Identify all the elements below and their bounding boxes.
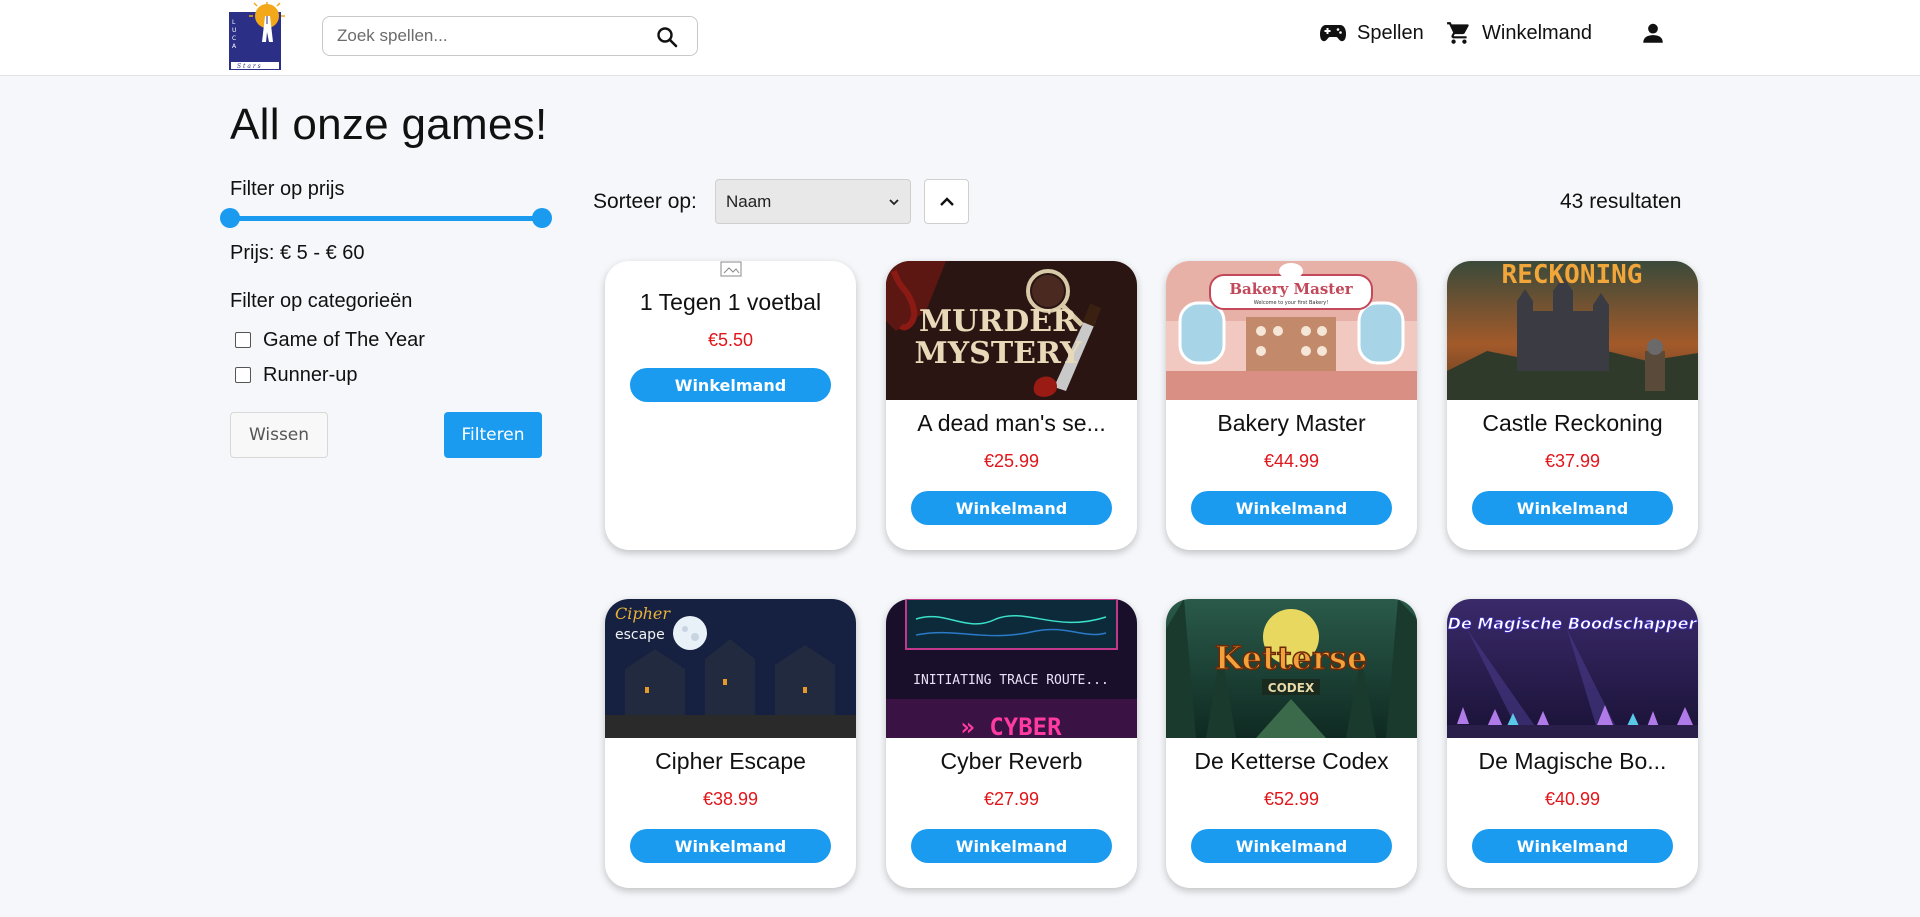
apply-filters-button[interactable]: Filteren bbox=[444, 412, 542, 458]
svg-text:MURDER: MURDER bbox=[919, 304, 1078, 339]
game-thumbnail: Bakery Master Welcome to your first Bake… bbox=[1166, 261, 1417, 400]
svg-text:S t a r s: S t a r s bbox=[237, 63, 261, 70]
sort-label: Sorteer op: bbox=[593, 190, 697, 213]
nav-spellen[interactable]: Spellen bbox=[1319, 18, 1424, 48]
game-card[interactable]: MURDER MYSTERY A dead man's se... €25.99… bbox=[886, 261, 1137, 550]
add-to-cart-button[interactable]: Winkelmand bbox=[630, 368, 831, 402]
category-option-goty[interactable]: Game of The Year bbox=[235, 328, 425, 352]
svg-text:Ketterse: Ketterse bbox=[1215, 639, 1368, 677]
category-checkbox[interactable] bbox=[235, 367, 251, 383]
account-button[interactable] bbox=[1640, 18, 1676, 48]
nav-cart-label: Winkelmand bbox=[1482, 21, 1593, 44]
game-name: De Ketterse Codex bbox=[1194, 748, 1389, 774]
sort-direction-button[interactable] bbox=[924, 179, 969, 224]
chevron-down-icon bbox=[889, 199, 899, 206]
svg-text:» CYBER: » CYBER bbox=[960, 713, 1062, 738]
game-name: A dead man's se... bbox=[917, 410, 1106, 436]
game-card[interactable]: Ketterse CODEX De Ketterse Codex €52.99 … bbox=[1166, 599, 1417, 888]
category-label: Runner-up bbox=[263, 363, 358, 386]
add-to-cart-button[interactable]: Winkelmand bbox=[911, 491, 1112, 525]
category-label: Game of The Year bbox=[263, 328, 425, 351]
cart-icon bbox=[1447, 22, 1469, 44]
svg-text:CODEX: CODEX bbox=[1268, 681, 1315, 695]
svg-text:U: U bbox=[232, 27, 236, 34]
page-title: All onze games! bbox=[230, 100, 548, 149]
game-price: €27.99 bbox=[983, 789, 1040, 809]
svg-text:Welcome to your first Bakery!: Welcome to your first Bakery! bbox=[1254, 300, 1329, 306]
game-name: Cipher Escape bbox=[655, 748, 806, 774]
game-thumbnail: RECKONING bbox=[1447, 261, 1698, 400]
search-input[interactable] bbox=[337, 17, 647, 55]
clear-filters-button[interactable]: Wissen bbox=[230, 412, 328, 458]
add-to-cart-button[interactable]: Winkelmand bbox=[1191, 491, 1392, 525]
category-checkbox[interactable] bbox=[235, 332, 251, 348]
svg-text:Cipher: Cipher bbox=[615, 604, 671, 623]
top-header: LUCA S t a r s Spellen Winkelmand bbox=[0, 0, 1920, 76]
gamepad-icon bbox=[1320, 25, 1346, 42]
price-range-text: Prijs: € 5 - € 60 bbox=[230, 242, 365, 264]
price-slider-max-handle[interactable] bbox=[532, 208, 552, 228]
game-card[interactable]: 1 Tegen 1 voetbal €5.50 Winkelmand bbox=[605, 261, 856, 550]
category-filter-title: Filter op categorieën bbox=[230, 290, 413, 312]
svg-text:escape: escape bbox=[615, 627, 665, 643]
add-to-cart-button[interactable]: Winkelmand bbox=[911, 829, 1112, 863]
price-filter-title: Filter op prijs bbox=[230, 178, 345, 200]
game-name: Castle Reckoning bbox=[1482, 410, 1663, 436]
result-count: 43 resultaten bbox=[1560, 190, 1682, 213]
game-card[interactable]: RECKONING Castle Reckoning €37.99 Winkel… bbox=[1447, 261, 1698, 550]
game-price: €37.99 bbox=[1544, 451, 1601, 471]
broken-image-icon bbox=[720, 261, 742, 277]
search-bar bbox=[322, 16, 698, 56]
game-price: €5.50 bbox=[707, 330, 754, 350]
game-card[interactable]: Bakery Master Welcome to your first Bake… bbox=[1166, 261, 1417, 550]
sort-selected-value: Naam bbox=[726, 191, 772, 211]
game-thumbnail: MURDER MYSTERY bbox=[886, 261, 1137, 400]
search-icon[interactable] bbox=[655, 25, 679, 49]
user-icon bbox=[1643, 23, 1663, 43]
sort-select[interactable]: Naam bbox=[715, 179, 911, 224]
game-thumbnail: INITIATING TRACE ROUTE... » CYBER bbox=[886, 599, 1137, 738]
game-name: Cyber Reverb bbox=[940, 748, 1083, 774]
game-card[interactable]: Cipher escape Cipher Escape €38.99 Winke… bbox=[605, 599, 856, 888]
game-price: €40.99 bbox=[1544, 789, 1601, 809]
add-to-cart-button[interactable]: Winkelmand bbox=[1191, 829, 1392, 863]
game-name: Bakery Master bbox=[1217, 410, 1366, 436]
add-to-cart-button[interactable]: Winkelmand bbox=[630, 829, 831, 863]
game-price: €38.99 bbox=[702, 789, 759, 809]
game-price: €44.99 bbox=[1263, 451, 1320, 471]
game-thumbnail: De Magische Boodschapper bbox=[1447, 599, 1698, 738]
game-name: De Magische Bo... bbox=[1478, 748, 1667, 774]
game-thumbnail: Ketterse CODEX bbox=[1166, 599, 1417, 738]
svg-text:C: C bbox=[232, 35, 236, 42]
svg-text:INITIATING TRACE ROUTE...: INITIATING TRACE ROUTE... bbox=[913, 673, 1109, 688]
game-price: €52.99 bbox=[1263, 789, 1320, 809]
svg-text:Bakery Master: Bakery Master bbox=[1229, 280, 1353, 298]
svg-text:RECKONING: RECKONING bbox=[1502, 261, 1643, 290]
nav-spellen-label: Spellen bbox=[1357, 21, 1424, 44]
price-slider-min-handle[interactable] bbox=[220, 208, 240, 228]
game-card[interactable]: De Magische Boodschapper De Magische Bo.… bbox=[1447, 599, 1698, 888]
svg-text:MYSTERY: MYSTERY bbox=[915, 336, 1082, 371]
nav-cart[interactable]: Winkelmand bbox=[1446, 18, 1592, 48]
add-to-cart-button[interactable]: Winkelmand bbox=[1472, 829, 1673, 863]
lucasarts-logo[interactable]: LUCA S t a r s bbox=[229, 2, 285, 70]
game-name: 1 Tegen 1 voetbal bbox=[639, 289, 822, 315]
chevron-up-icon bbox=[939, 196, 954, 206]
game-thumbnail: Cipher escape bbox=[605, 599, 856, 738]
game-card[interactable]: INITIATING TRACE ROUTE... » CYBER Cyber … bbox=[886, 599, 1137, 888]
game-price: €25.99 bbox=[983, 451, 1040, 471]
add-to-cart-button[interactable]: Winkelmand bbox=[1472, 491, 1673, 525]
price-slider-track[interactable] bbox=[230, 216, 542, 221]
svg-text:De Magische Boodschapper: De Magische Boodschapper bbox=[1448, 614, 1698, 633]
category-option-runner-up[interactable]: Runner-up bbox=[235, 363, 358, 387]
